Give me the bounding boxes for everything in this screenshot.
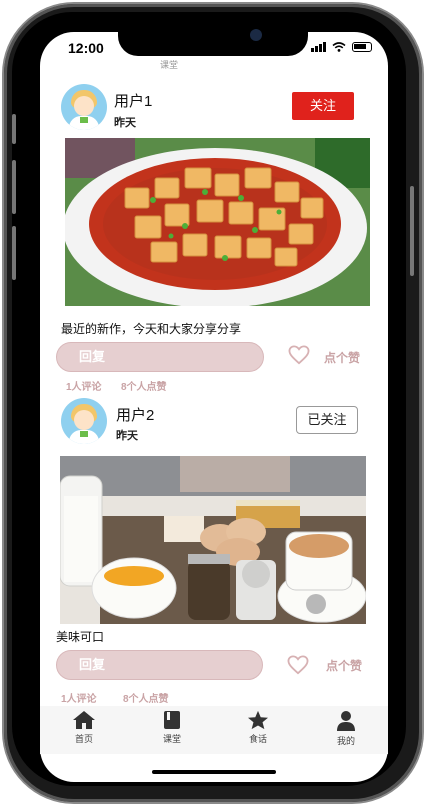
like-count: 8个人点赞 (123, 694, 169, 705)
star-icon (248, 710, 268, 730)
home-icon (73, 711, 95, 729)
phone-side-button (12, 160, 16, 214)
phone-side-button (12, 226, 16, 280)
post-caption: 最近的新作，今天和大家分享分享 (61, 322, 242, 336)
tab-label: 课堂 (162, 734, 181, 744)
tab-label: 我的 (336, 736, 355, 746)
post-time: 昨天 (114, 117, 136, 129)
mapo-tofu-dish-image (65, 138, 370, 306)
tab-mine[interactable]: 我的 (316, 710, 376, 747)
tab-label: 食话 (248, 734, 267, 744)
tab-classroom[interactable]: 课堂 (142, 710, 202, 745)
tab-home[interactable]: 首页 (54, 710, 114, 745)
phone-side-button (410, 186, 414, 276)
battery-icon (352, 42, 372, 52)
tab-food-talk[interactable]: 食话 (228, 710, 288, 745)
post-caption: 美味可口 (56, 630, 105, 644)
post-time: 昨天 (116, 430, 138, 442)
heart-icon[interactable] (287, 655, 309, 675)
heart-icon[interactable] (288, 345, 310, 365)
follow-button[interactable]: 关注 (292, 92, 354, 120)
like-label[interactable]: 点个赞 (326, 657, 362, 674)
camera-icon (250, 29, 262, 41)
home-indicator[interactable] (152, 770, 276, 774)
like-count: 8个人点赞 (121, 382, 167, 393)
followed-button[interactable]: 已关注 (296, 406, 358, 434)
reply-button[interactable]: 回复 (56, 342, 264, 372)
signal-icon (311, 42, 326, 52)
post-username[interactable]: 用户2 (116, 404, 154, 425)
tab-label: 首页 (74, 734, 93, 744)
post-username[interactable]: 用户1 (114, 90, 152, 111)
bottom-tab-bar: 首页 课堂 食话 我的 (40, 706, 388, 754)
breakfast-table-image (60, 456, 366, 624)
status-time: 12:00 (68, 40, 104, 56)
avatar[interactable] (61, 398, 107, 444)
comment-count[interactable]: 1人评论 (61, 690, 97, 705)
reply-button[interactable]: 回复 (56, 650, 263, 680)
post-image[interactable] (60, 456, 366, 624)
post-image[interactable] (65, 138, 370, 306)
avatar[interactable] (61, 84, 107, 130)
notch (118, 24, 308, 56)
status-icons (311, 42, 372, 52)
comment-count[interactable]: 1人评论 (66, 378, 102, 393)
phone-side-button (12, 114, 16, 144)
book-icon (164, 711, 180, 729)
person-icon (337, 711, 355, 731)
wifi-icon (332, 42, 346, 52)
like-label[interactable]: 点个赞 (324, 349, 360, 366)
